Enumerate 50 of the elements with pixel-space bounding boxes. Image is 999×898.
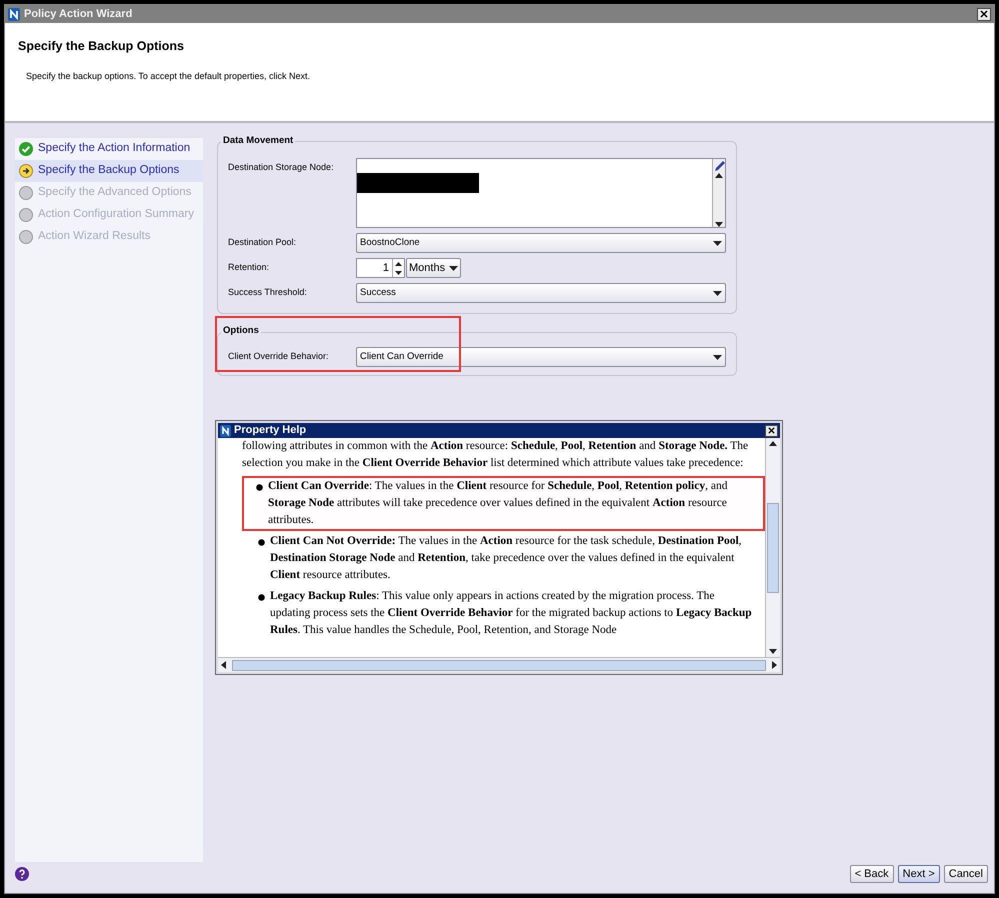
close-icon <box>768 427 775 434</box>
window-title: Policy Action Wizard <box>24 6 132 22</box>
page-title: Specify the Backup Options <box>18 38 186 55</box>
app-logo-icon <box>8 8 20 20</box>
step-item[interactable]: Specify the Backup Options <box>15 160 203 182</box>
threshold-dropdown[interactable]: Success <box>356 283 726 303</box>
pool-dropdown[interactable]: BoostnoClone <box>356 233 726 253</box>
circle-icon <box>19 230 33 244</box>
close-button[interactable] <box>977 8 991 20</box>
scroll-up-icon <box>715 173 723 178</box>
unit-dropdown[interactable]: Months <box>406 258 461 278</box>
next-button[interactable]: Next > <box>898 865 940 883</box>
step-label: Specify the Advanced Options <box>38 185 192 200</box>
checkmark-icon <box>19 142 33 156</box>
spin-down-icon <box>395 270 402 274</box>
dropdown-caret-icon <box>713 354 722 360</box>
scroll-right-icon <box>772 661 777 669</box>
field-label: Retention: <box>228 261 270 274</box>
dropdown-caret-icon <box>449 266 458 270</box>
help-title: Property Help <box>234 423 306 438</box>
scroll-up-icon <box>769 441 777 446</box>
circle-icon <box>19 208 33 222</box>
step-label: Action Wizard Results <box>38 229 150 244</box>
help-paragraph: following attributes in common with the Action resource: Schedule, Pool, Retention and Storage Node. The selection you make in the Client Override Behavior list determined which attribute values take precedence: <box>242 439 750 471</box>
scroll-down-icon <box>715 222 723 227</box>
pencil-icon <box>712 159 726 173</box>
dropdown-caret-icon <box>713 290 722 296</box>
retention-spinner[interactable]: 1 <box>356 258 405 278</box>
dropdown-caret-icon <box>713 240 722 246</box>
storage-node-list[interactable] <box>356 158 726 228</box>
override-dropdown[interactable]: Client Can Override <box>356 347 726 367</box>
arrow-circle-icon <box>19 164 33 178</box>
close-icon <box>980 10 988 18</box>
field-label: Client Override Behavior: <box>228 350 330 364</box>
step-label: Action Configuration Summary <box>38 207 194 222</box>
spin-up-icon <box>395 262 402 266</box>
scroll-left-icon <box>221 661 226 669</box>
field-label: Destination Pool: <box>228 236 298 250</box>
step-item[interactable]: Specify the Action Information <box>15 138 203 160</box>
back-button[interactable]: < Back <box>850 865 894 883</box>
step-label: Specify the Action Information <box>38 141 190 156</box>
help-icon[interactable] <box>15 867 29 881</box>
close-button[interactable] <box>765 424 778 436</box>
circle-icon <box>19 186 33 200</box>
page-description: Specify the backup options. To accept the default properties, click Next. <box>26 70 311 83</box>
step-label: Specify the Backup Options <box>38 163 180 178</box>
cancel-button[interactable]: Cancel <box>944 865 988 883</box>
field-label: Success Threshold: <box>228 286 308 300</box>
scroll-down-icon <box>769 649 777 654</box>
field-label: Destination Storage Node: <box>228 161 335 174</box>
